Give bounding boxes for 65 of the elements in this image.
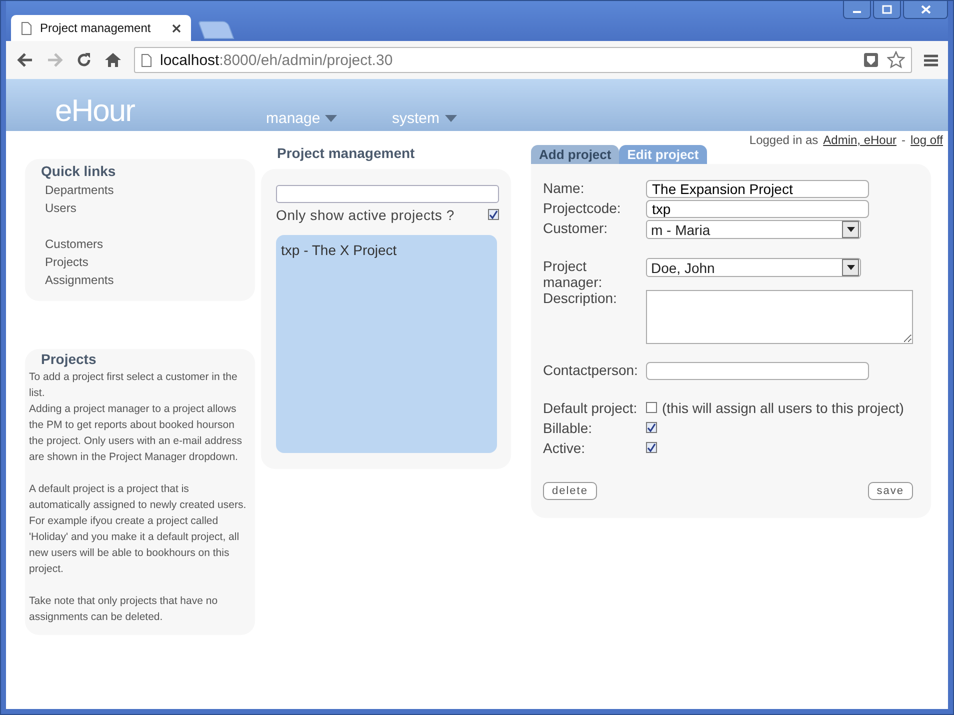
field-label: Customer: — [543, 220, 609, 236]
logout-link[interactable]: log off — [910, 133, 943, 147]
maximize-button[interactable] — [873, 1, 901, 19]
caret-icon — [846, 227, 854, 232]
caret-icon — [325, 114, 338, 122]
checkbox-note: (this will assign all users to this project) — [662, 400, 904, 416]
back-icon[interactable] — [16, 52, 34, 68]
help-text: Take note that only projects that have no assignments can be deleted. — [29, 594, 219, 625]
home-icon[interactable] — [104, 52, 122, 68]
logged-in-label: Logged in as — [749, 133, 818, 147]
shield-icon[interactable] — [863, 52, 879, 68]
minimize-button[interactable] — [843, 1, 871, 19]
star-icon[interactable] — [887, 51, 905, 69]
project-item[interactable]: txp - The X Project — [281, 242, 492, 258]
dropdown[interactable]: m - Maria — [646, 220, 861, 239]
filter-field[interactable] — [276, 185, 499, 203]
form-button[interactable]: delete — [543, 482, 597, 500]
field-label: Description: — [543, 290, 618, 306]
quick-link[interactable]: Customers — [45, 235, 239, 253]
separator-text: - — [902, 133, 906, 147]
quick-link[interactable]: Assignments — [45, 271, 239, 289]
checkbox[interactable] — [646, 402, 657, 413]
page-icon — [21, 22, 32, 34]
help-text: A default project is a project that is automatically assigned to newly created users. For example ifyou create a project called 'Holiday' and you make it a default project, all new users will be able to bookhours on this project. — [29, 482, 248, 577]
close-icon[interactable] — [172, 24, 181, 32]
url-text: localhost:8000/eh/admin/project.30 — [160, 52, 393, 68]
section-title: Project management — [276, 145, 416, 163]
checkbox[interactable] — [646, 442, 657, 453]
text-field[interactable]: txp — [646, 200, 869, 218]
active-filter-label: Only show active projects ? — [276, 206, 455, 222]
form-button[interactable]: save — [868, 482, 913, 500]
panel-title: Projects — [40, 351, 98, 367]
reload-icon[interactable] — [76, 52, 92, 68]
checkbox[interactable] — [488, 209, 499, 220]
address-bar[interactable]: localhost:8000/eh/admin/project.30 — [134, 47, 912, 73]
field-label: Project manager: — [543, 258, 604, 290]
dropdown[interactable]: Doe, John — [646, 258, 861, 277]
field-label: Default project: — [543, 400, 638, 416]
user-link[interactable]: Admin, eHour — [823, 133, 897, 147]
logo: eHour — [55, 93, 136, 129]
field-label: Name: — [543, 180, 586, 196]
quick-link[interactable]: Departments — [45, 181, 239, 199]
maximize-icon — [882, 5, 892, 14]
menu-icon[interactable] — [924, 54, 938, 66]
quick-link[interactable]: Projects — [45, 253, 239, 271]
new-tab-button[interactable] — [198, 21, 234, 39]
close-window-button[interactable] — [903, 1, 948, 19]
field-label: Projectcode: — [543, 200, 622, 216]
field-label: Active: — [543, 440, 586, 456]
close-icon — [920, 5, 930, 14]
panel-title: Quick links — [41, 163, 117, 179]
quick-link[interactable]: Users — [45, 199, 239, 217]
page-icon — [141, 54, 152, 66]
caret-icon — [444, 114, 457, 122]
help-text: To add a project first select a customer in the list. — [29, 370, 238, 401]
help-text: Adding a project manager to a project allows the PM to get reports about booked hourson the project. Only users with an e-mail address are shown in the Project Manager dropdown. — [29, 402, 244, 465]
text-field[interactable] — [646, 362, 869, 380]
text-field[interactable]: The Expansion Project — [646, 180, 869, 198]
form-tab[interactable]: Add project — [531, 145, 620, 164]
field-label: Contactperson: — [543, 362, 639, 378]
caret-icon — [846, 265, 854, 270]
browser-tab[interactable]: Project management — [11, 15, 191, 41]
description-field[interactable] — [646, 290, 913, 344]
checkbox[interactable] — [646, 422, 657, 433]
field-label: Billable: — [543, 420, 594, 436]
